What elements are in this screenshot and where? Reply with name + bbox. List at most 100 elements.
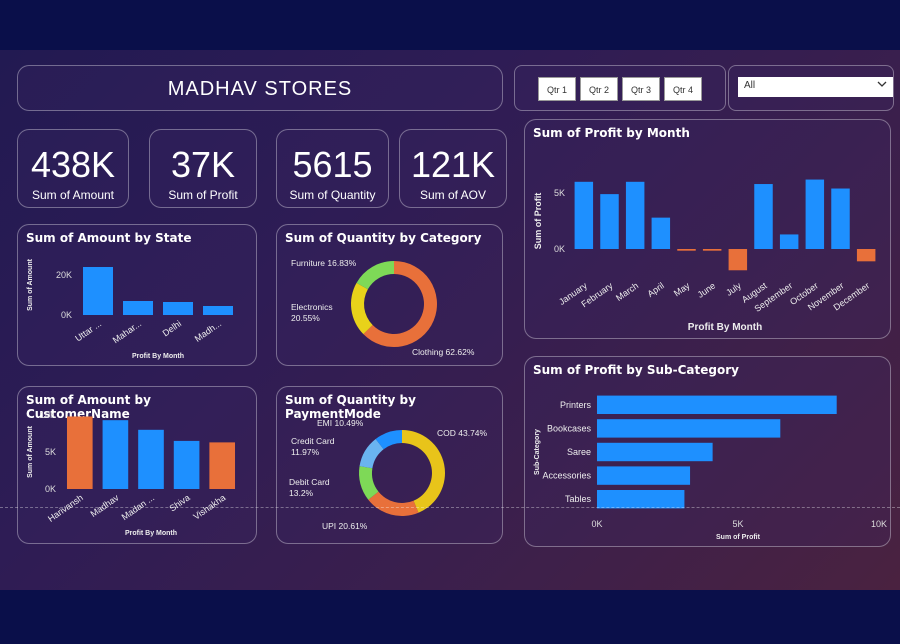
slice-label-4: EMI 10.49% [317, 418, 364, 428]
customer-chart-card: Sum of Amount by CustomerName 0K 5K 10K Har… [17, 386, 257, 544]
slice-0 [402, 430, 445, 513]
subcat-chart: Printers Bookcases Saree Accessories Tables 0… [534, 395, 887, 541]
bar-0 [597, 395, 837, 415]
y-axis-label: Sum of Amount [27, 425, 34, 478]
payment-chart: COD 43.74% UPI 20.61% Debit Card13.2% Credi… [289, 418, 488, 531]
y-axis-label: Sum of Amount [27, 258, 34, 311]
bar-2 [625, 181, 645, 249]
bar-2 [163, 302, 193, 315]
state-chart-card: Sum of Amount by State 0K 20K Uttar ... Mah… [17, 224, 257, 366]
bar-10 [831, 188, 850, 249]
customer-chart: 0K5K10KHarivansh Madhav Madan ... Shiva Vish… [27, 410, 236, 537]
y-tick-label-2: 10K [40, 410, 56, 420]
bar-7 [754, 184, 773, 249]
state-chart: 0K 20K Uttar ... Mahar... Delhi Madh... Sum of… [27, 258, 233, 360]
y-tick-label-2: Saree [567, 447, 591, 457]
x-tick-label-2: 10K [871, 519, 887, 529]
slice-label-2-b: 13.2% [289, 488, 314, 498]
kpi-aov-label: Sum of AOV [419, 188, 487, 202]
divider [0, 507, 900, 508]
qtr2-button[interactable]: Qtr 2 [580, 77, 618, 101]
bar-0 [83, 267, 113, 315]
kpi-profit-card: 37K Sum of Profit [149, 129, 257, 208]
x-tick-label-3: Madh... [193, 318, 223, 343]
y-tick-label-1: 5K [554, 188, 565, 198]
y-tick-label-4: Tables [565, 494, 592, 504]
bar-1 [102, 420, 129, 489]
kpi-quantity-value: 5615 [292, 144, 373, 185]
kpi-amount-card: 438K Sum of Amount [17, 129, 129, 208]
y-axis-label: Sub-Category [534, 429, 541, 475]
bar-4 [677, 249, 696, 251]
slice-label-0: Clothing 62.62% [412, 347, 475, 357]
slice-1 [351, 282, 373, 335]
x-tick-label-1: 5K [732, 519, 743, 529]
bar-1 [600, 194, 619, 249]
month-chart-card: Sum of Profit by Month 0K 5K January Februa… [524, 119, 891, 339]
chevron-down-icon [877, 79, 887, 92]
bar-6 [728, 249, 748, 271]
slice-label-3-b: 11.97% [291, 447, 320, 457]
category-chart: Clothing 62.62% Electronics20.55% Furnitur… [291, 258, 475, 357]
month-chart: 0K5KJanuaryFebruary March April May June July… [533, 179, 876, 333]
kpi-amount-value: 438K [30, 144, 116, 185]
header-card: MADHAV STORES [17, 65, 503, 111]
bar-5 [702, 249, 722, 251]
kpi-aov-value: 121K [410, 144, 496, 185]
bar-8 [779, 234, 799, 249]
kpi-quantity-card: 5615 Sum of Quantity [276, 129, 389, 208]
qtr3-button[interactable]: Qtr 3 [622, 77, 660, 101]
y-tick-label-1: 20K [56, 270, 72, 280]
quarter-slicer: Qtr 1 Qtr 2 Qtr 3 Qtr 4 [514, 65, 726, 111]
bar-0 [574, 181, 594, 249]
slice-label-1: UPI 20.61% [322, 521, 368, 531]
x-axis-label: Sum of Profit [716, 534, 761, 541]
y-tick-label-0: 0K [554, 244, 565, 254]
filter-dropdown[interactable]: All [738, 77, 893, 97]
payment-chart-card: Sum of Quantity by PaymentMode COD 43.74… [276, 386, 503, 544]
slice-label-1-b: 20.55% [291, 313, 320, 323]
kpi-quantity-label: Sum of Quantity [289, 188, 376, 202]
slice-label-0: COD 43.74% [437, 428, 488, 438]
x-axis-label: Profit By Month [132, 353, 184, 360]
qtr1-button[interactable]: Qtr 1 [538, 77, 576, 101]
bar-3 [203, 306, 233, 315]
kpi-profit-label: Sum of Profit [168, 188, 238, 202]
bar-1 [123, 301, 153, 315]
bar-3 [651, 217, 671, 249]
slice-label-1-a: Electronics [291, 302, 333, 312]
bar-0 [66, 416, 93, 489]
y-tick-label-0: Printers [560, 400, 592, 410]
x-tick-label-1: Mahar... [111, 318, 143, 345]
slice-label-2-a: Debit Card [289, 477, 330, 487]
category-chart-card: Sum of Quantity by Category Clothing 62.… [276, 224, 503, 366]
y-tick-label-3: Accessories [542, 471, 591, 481]
kpi-profit-value: 37K [170, 144, 236, 185]
y-axis-label: Sum of Profit [533, 193, 543, 250]
y-tick-label-1: Bookcases [547, 423, 592, 433]
dropdown-value: All [744, 80, 756, 91]
x-tick-label-3: Shiva [168, 492, 192, 513]
bar-2 [597, 442, 713, 462]
x-tick-label-3: April [645, 280, 665, 299]
kpi-amount-label: Sum of Amount [31, 188, 115, 202]
bar-11 [856, 249, 876, 262]
x-tick-label-2: March [614, 280, 640, 303]
bar-2 [138, 429, 164, 489]
x-axis-label: Profit By Month [688, 322, 762, 333]
bar-3 [597, 466, 691, 485]
bar-4 [209, 442, 236, 489]
x-tick-label-0: Uttar ... [73, 318, 103, 343]
slice-1 [368, 491, 419, 516]
x-axis-label: Profit By Month [125, 530, 177, 537]
x-tick-label-5: June [696, 280, 718, 299]
page-title: MADHAV STORES [167, 78, 353, 100]
bar-1 [597, 419, 781, 438]
x-tick-label-0: 0K [591, 519, 602, 529]
bar-4 [597, 489, 685, 509]
qtr4-button[interactable]: Qtr 4 [664, 77, 702, 101]
y-tick-label-0: 0K [45, 484, 56, 494]
subcat-chart-card: Sum of Profit by Sub-Category Printers Bo… [524, 356, 891, 547]
x-tick-label-1: Madhav [89, 492, 121, 519]
slice-2 [356, 261, 394, 290]
